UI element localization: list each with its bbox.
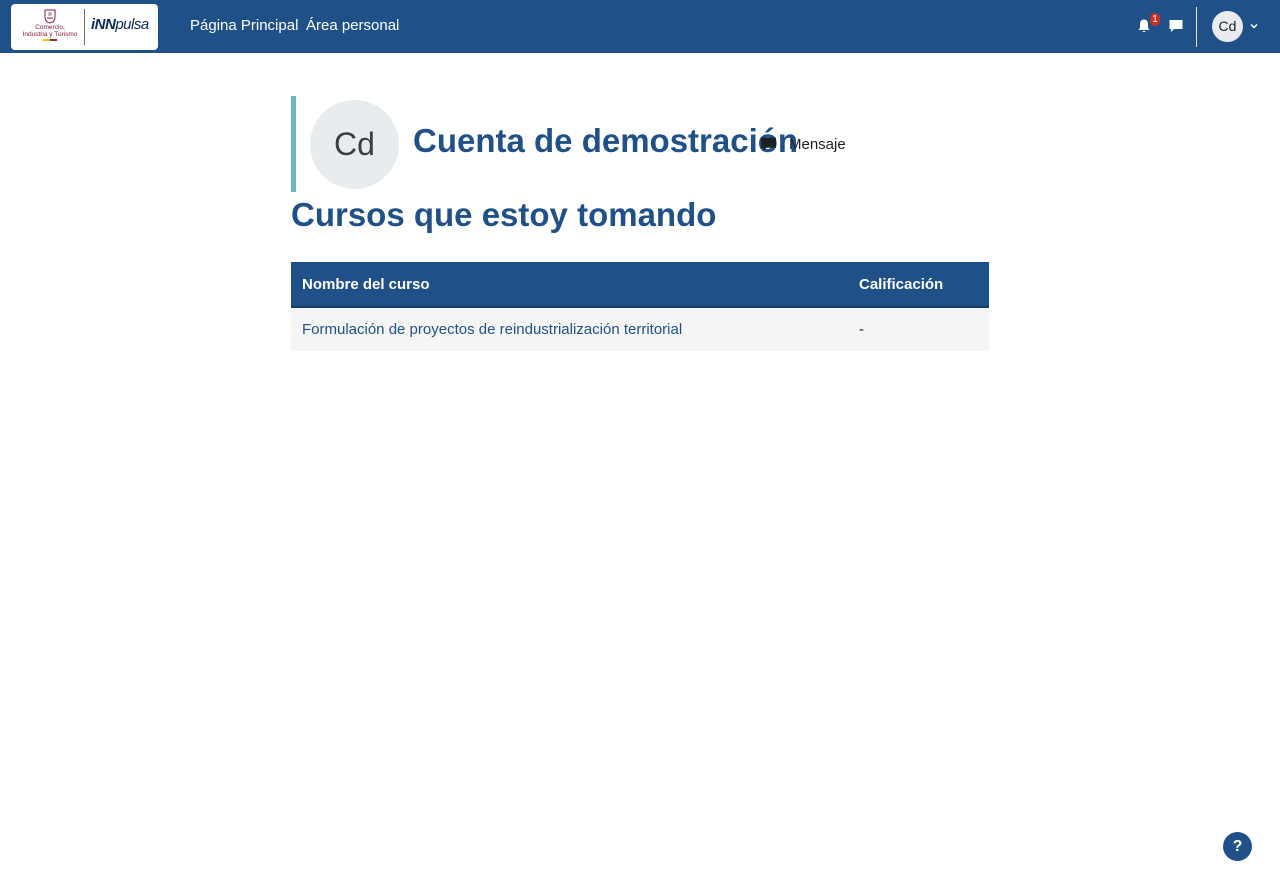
message-button[interactable]: Mensaje (760, 132, 846, 156)
course-name-cell: Formulación de proyectos de reindustrial… (291, 307, 848, 351)
ministry-logo-line1: Comercio, (35, 24, 65, 31)
column-header-course-name[interactable]: Nombre del curso (291, 262, 848, 308)
chevron-down-icon[interactable] (1249, 22, 1259, 30)
nav-link-home[interactable]: Página Principal (190, 17, 298, 34)
logo-divider (84, 9, 85, 45)
chat-icon[interactable] (1168, 18, 1184, 34)
courses-section-title: Cursos que estoy tomando (291, 196, 717, 233)
message-button-label: Mensaje (789, 135, 846, 153)
innpulsa-logo-pulsa: pulsa (115, 16, 149, 33)
table-header-row: Nombre del curso Calificación (291, 262, 989, 308)
column-header-grade[interactable]: Calificación (848, 262, 989, 308)
profile-header-accent (291, 96, 296, 192)
profile-name: Cuenta de demostración (413, 122, 799, 159)
help-button[interactable]: ? (1223, 832, 1252, 861)
innpulsa-logo: iNNpulsa (91, 16, 155, 38)
course-grade-cell: - (848, 307, 989, 351)
chat-icon (761, 137, 776, 151)
flag-stripe (43, 39, 57, 41)
site-logo[interactable]: Comercio, Industria y Turismo iNNpulsa (11, 4, 158, 50)
innpulsa-logo-inn: iNN (91, 16, 116, 33)
profile-avatar: Cd (310, 100, 399, 189)
ministry-logo-line2: Industria y Turismo (22, 31, 78, 38)
course-link[interactable]: Formulación de proyectos de reindustrial… (302, 321, 682, 338)
ministry-logo: Comercio, Industria y Turismo (15, 8, 85, 46)
coat-of-arms-icon (44, 9, 56, 24)
courses-table: Nombre del curso Calificación Formulació… (291, 262, 989, 351)
notification-count-badge: 1 (1150, 13, 1160, 26)
user-menu-avatar[interactable]: Cd (1212, 11, 1243, 42)
table-row: Formulación de proyectos de reindustrial… (291, 307, 989, 351)
nav-link-dashboard[interactable]: Área personal (306, 17, 399, 34)
navbar-separator (1196, 7, 1197, 47)
navbar: Comercio, Industria y Turismo iNNpulsa P… (0, 0, 1280, 53)
